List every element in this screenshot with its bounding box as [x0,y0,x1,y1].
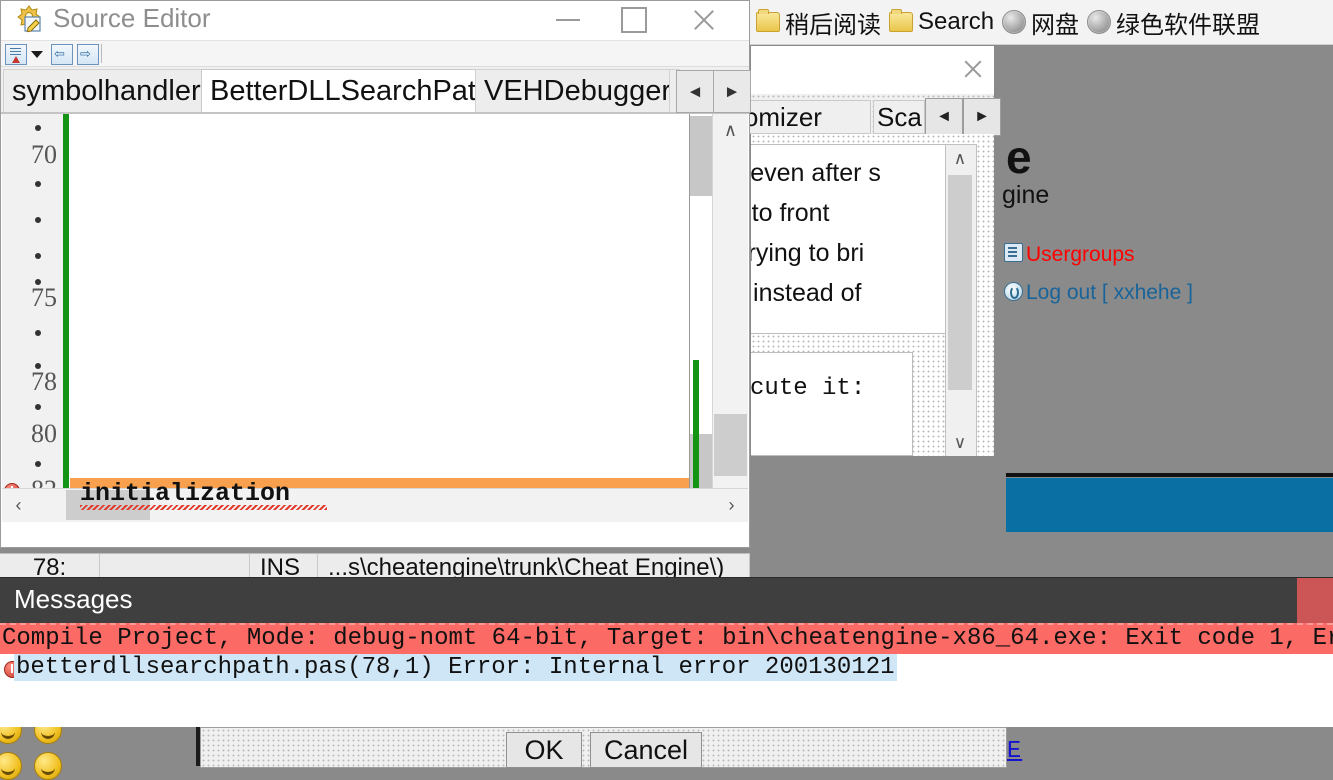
scrollbar-thumb[interactable] [948,175,972,390]
tab-scan[interactable]: Sca [873,100,925,134]
messages-panel-titlebar: Messages [0,578,1333,623]
bookmark-item-3[interactable]: 绿色软件联盟 [1087,5,1260,40]
gutter-dot-71 [35,181,41,187]
ok-button[interactable]: OK [506,732,582,768]
logout-link[interactable]: Log out [ xxhehe ] [1026,281,1193,305]
maximize-icon[interactable] [603,1,665,39]
message-row-compile-summary[interactable]: Compile Project, Mode: debug-nomt 64-bit… [0,623,1333,654]
memo-line-1: inging to front [751,199,830,227]
source-editor-window: Source Editor ⇦ ⇨ symbolhandler BetterDL… [0,0,751,548]
memo-line-2: ad of trying to bri [751,239,865,267]
cancel-button[interactable]: Cancel [590,732,702,768]
ce-secondary-tabstrip: ndomizer Sca ◄ ► [711,94,1001,136]
browser-bookmarks-bar: 稍后阅读 Search 网盘 绿色软件联盟 [750,0,1333,45]
gutter-dot-79 [35,404,41,410]
gutter-dot-81 [35,461,41,467]
globe-icon [1002,10,1027,34]
forum-title-fragment: e [1006,131,1032,183]
source-editor-toolbar: ⇦ ⇨ [1,41,749,67]
code-editor-area: 70 75 78 80 82 initialization Init; end. [1,113,749,514]
scroll-up-icon[interactable]: ∧ [713,114,748,146]
gutter-dot-69 [35,125,41,131]
marker-segment [690,116,712,196]
code-text-area[interactable]: initialization Init; end. [70,114,691,514]
editor-vertical-scrollbar[interactable]: ∧ ∨ [712,114,748,514]
line-number-gutter: 70 75 78 80 82 [2,114,64,514]
source-editor-tabstrip: symbolhandler BetterDLLSearchPath VEHDeb… [1,67,751,113]
unit-list-icon[interactable] [5,44,27,65]
ce-secondary-vertical-scrollbar[interactable]: ∧ ∨ [945,144,977,456]
source-editor-titlebar: Source Editor [1,1,749,41]
close-icon[interactable] [960,56,986,82]
toolbar-separator [101,44,102,63]
tab-vehdebugger[interactable]: VEHDebugger [475,69,680,112]
code-line-initialization: initialization [80,479,291,508]
bookmark-label-0: 稍后阅读 [785,11,881,39]
folder-icon [889,9,913,32]
ce-secondary-window: ndomizer Sca ◄ ► esses even after s ingi… [711,45,1001,457]
close-icon[interactable] [673,1,735,39]
folder-icon [756,9,780,32]
globe-icon [1087,10,1112,34]
gutter-line-78: 78 [31,367,57,396]
back-arrow-icon[interactable]: ⇦ [51,44,73,65]
editor-marker-minimap[interactable] [689,114,713,514]
messages-empty-area [0,683,1333,727]
messages-panel: Messages Compile Project, Mode: debug-no… [0,578,1333,727]
forward-arrow-icon[interactable]: ⇨ [77,44,99,65]
usergroups-icon [1004,243,1023,262]
memo-line-0: esses even after s [751,159,881,187]
scrollbar-thumb[interactable] [714,414,747,476]
minimize-icon[interactable] [537,1,599,39]
gutter-dot-76 [35,330,41,336]
back-arrow-glyph: ⇦ [54,46,65,61]
description-memo[interactable]: esses even after s inging to front ad of… [751,144,973,334]
ce-dialog-button-bar: OK Cancel [200,727,1007,768]
memo-line-3: terline instead of [751,279,862,307]
forward-arrow-glyph: ⇨ [80,46,91,61]
gutter-line-70: 70 [31,140,57,169]
dropdown-arrow-icon[interactable] [29,44,45,63]
forum-subtitle-fragment: gine [1002,181,1050,209]
tab-nav-next-button[interactable]: ► [963,98,1001,136]
bookmark-label-3: 绿色软件联盟 [1116,11,1261,39]
message-row-error-detail[interactable]: betterdllsearchpath.pas(78,1) Error: Int… [0,654,1333,683]
bookmark-label-2: 网盘 [1031,11,1080,39]
bookmark-item-0[interactable]: 稍后阅读 [756,5,881,40]
script-memo[interactable]: , execute it: [751,352,913,456]
bookmark-label-1: Search [918,8,995,35]
scroll-right-icon[interactable]: › [715,489,748,521]
gutter-dot-72 [35,217,41,223]
tab-nav-prev-button[interactable]: ◄ [676,70,714,113]
blue-band-divider [1006,473,1333,477]
ce-secondary-window-body: esses even after s inging to front ad of… [751,134,994,456]
tab-nav-next-button[interactable]: ► [713,70,751,113]
blue-band [1006,478,1333,532]
gutter-line-75: 75 [31,283,57,312]
messages-panel-title: Messages [14,584,133,614]
gutter-dot-73 [35,253,41,259]
scroll-down-icon[interactable]: ∨ [946,429,974,456]
message-text-compile-summary: Compile Project, Mode: debug-nomt 64-bit… [2,625,1333,652]
page-title: Source Editor [53,3,211,33]
smiley-icon [0,752,22,780]
source-editor-app-icon [17,5,41,33]
marker-modified-indicator [693,360,699,498]
bookmark-item-2[interactable]: 网盘 [1002,5,1079,40]
logout-icon [1004,282,1023,301]
tab-betterdllsearchpath[interactable]: BetterDLLSearchPath [201,69,502,112]
ce-secondary-window-titlebar [751,46,994,93]
scroll-left-icon[interactable]: ‹ [2,489,35,521]
message-text-error-detail: betterdllsearchpath.pas(78,1) Error: Int… [14,654,897,681]
close-icon[interactable] [1297,578,1333,623]
bookmark-item-1[interactable]: Search [889,8,994,36]
tab-symbolhandler[interactable]: symbolhandler [3,69,210,112]
tab-nav-prev-button[interactable]: ◄ [925,98,963,136]
smiley-icon [34,752,62,780]
modified-lines-bar [63,114,69,504]
usergroups-link[interactable]: Usergroups [1026,243,1135,267]
scroll-up-icon[interactable]: ∧ [946,145,974,173]
gutter-line-80: 80 [31,419,57,448]
error-squiggle [80,505,327,510]
